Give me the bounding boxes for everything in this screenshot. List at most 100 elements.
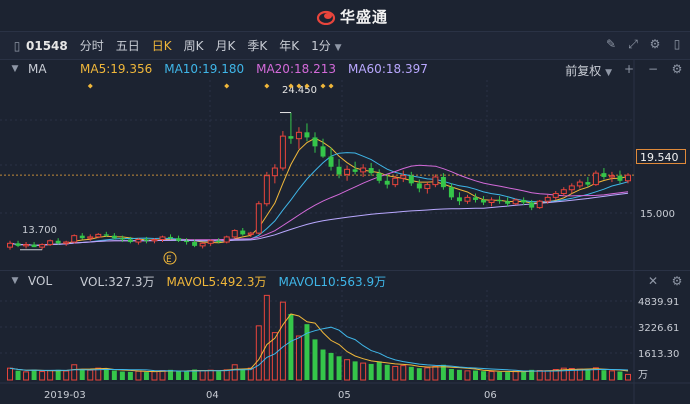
period-tab-5day[interactable]: 五日 (110, 37, 146, 54)
candle-body (199, 242, 206, 247)
volume-bar (376, 361, 382, 380)
volume-bar (79, 369, 85, 380)
candle-body (360, 167, 367, 173)
volume-bar (392, 365, 399, 381)
volume-bar (592, 367, 599, 381)
volume-bar (304, 324, 310, 380)
candle-body (39, 244, 46, 248)
minus-icon[interactable]: − (646, 62, 660, 76)
sidebar-toggle-icon[interactable]: ▯ (10, 39, 24, 53)
volume-ma-lines (9, 313, 629, 373)
event-marker-icon[interactable] (163, 251, 177, 265)
candle-body (560, 189, 567, 195)
candle-body (601, 173, 607, 177)
volume-bars (7, 294, 631, 381)
candle-body (544, 196, 551, 202)
ma60-label: MA60:18.397 (347, 62, 428, 76)
close-icon[interactable]: ✕ (646, 274, 660, 288)
volume-bar (23, 371, 30, 381)
volume-bar (432, 365, 439, 381)
stock-code[interactable]: 01548 (24, 39, 74, 53)
volume-bar (111, 370, 117, 380)
candle-body (568, 185, 575, 191)
candle-body (223, 236, 230, 243)
main-indicator-label[interactable]: MA (22, 62, 64, 76)
candle-body (103, 234, 109, 236)
candle-body (328, 156, 334, 167)
vol-label: VOL:327.3万 (80, 274, 155, 289)
candle-body (231, 230, 238, 238)
volume-bar (231, 364, 238, 381)
collapse-arrow-icon[interactable]: ▼ (8, 62, 22, 76)
candle-body (47, 240, 54, 246)
candle-body (15, 243, 21, 246)
settings-icon[interactable]: ⚙ (670, 62, 684, 76)
fullscreen-icon[interactable]: ⤢ (626, 37, 640, 51)
settings-icon[interactable]: ⚙ (670, 274, 684, 288)
candle-body (505, 201, 511, 204)
candle-body (585, 182, 591, 185)
settings-icon[interactable]: ⚙ (648, 37, 662, 51)
ma5-label: MA5:19.356 (80, 62, 153, 76)
volume-bar (55, 369, 61, 380)
period-tab-quarterly[interactable]: 季K (241, 37, 273, 54)
volume-bar (95, 367, 102, 381)
toolbar: ▯ 01548 分时 五日 日K 周K 月K 季K 年K 1分 ▼ ✎ ⤢ ⚙ … (0, 31, 690, 60)
signal-diamond (264, 83, 270, 89)
panel-toggle-icon[interactable]: ▯ (670, 37, 684, 51)
candle-body (424, 184, 431, 189)
volume-bar (360, 362, 367, 381)
interval-select[interactable]: 1分 ▼ (305, 37, 347, 54)
period-tab-weekly[interactable]: 周K (178, 37, 210, 54)
candle-body (176, 238, 182, 241)
volume-bar (384, 364, 390, 380)
volume-bar (143, 372, 149, 380)
candle-body (344, 168, 351, 175)
candle-body (143, 239, 149, 241)
volume-bar (47, 370, 54, 381)
volume-bar (87, 369, 94, 381)
ma10-label: MA10:19.180 (164, 62, 245, 76)
period-tab-intraday[interactable]: 分时 (74, 37, 110, 54)
period-tab-yearly[interactable]: 年K (273, 37, 305, 54)
adjust-select[interactable]: 前复权 ▼ (565, 62, 612, 79)
add-indicator-icon[interactable]: + (622, 62, 636, 76)
volume-bar (529, 369, 535, 380)
candle-body (320, 146, 326, 157)
candle-body (512, 199, 519, 205)
candle-body (63, 241, 70, 244)
signal-diamond (328, 83, 334, 89)
candle-body (336, 166, 342, 175)
candle-body (384, 180, 390, 185)
collapse-arrow-icon[interactable]: ▼ (8, 274, 22, 288)
volume-bar (424, 367, 431, 381)
interval-value: 1分 (311, 39, 331, 53)
vol-indicator-label[interactable]: VOL (22, 274, 64, 288)
brand-logo-icon (316, 10, 336, 25)
candle-body (464, 196, 471, 202)
candle-body (119, 238, 125, 240)
signal-diamond (87, 83, 93, 89)
volume-bar (473, 370, 478, 380)
candle-body (473, 197, 478, 200)
volume-bar (15, 370, 21, 380)
grid-lines (0, 59, 690, 404)
x-label-jun: 06 (484, 390, 497, 401)
mavol5-line (9, 313, 629, 373)
ma20-line (9, 164, 629, 246)
volume-bar (127, 371, 133, 380)
candle-body (23, 244, 30, 247)
volume-bar (151, 371, 158, 381)
period-tab-monthly[interactable]: 月K (210, 37, 242, 54)
volume-bar (456, 369, 462, 380)
candle-body (135, 238, 142, 243)
candle-body (432, 176, 439, 186)
candle-body (111, 235, 117, 239)
period-tab-daily[interactable]: 日K (146, 37, 178, 54)
ma-lines (9, 137, 629, 246)
candle-body (240, 230, 246, 235)
volume-bar (608, 370, 615, 381)
volume-bar (464, 370, 471, 381)
volume-bar (7, 367, 14, 381)
draw-pen-icon[interactable]: ✎ (604, 37, 618, 51)
